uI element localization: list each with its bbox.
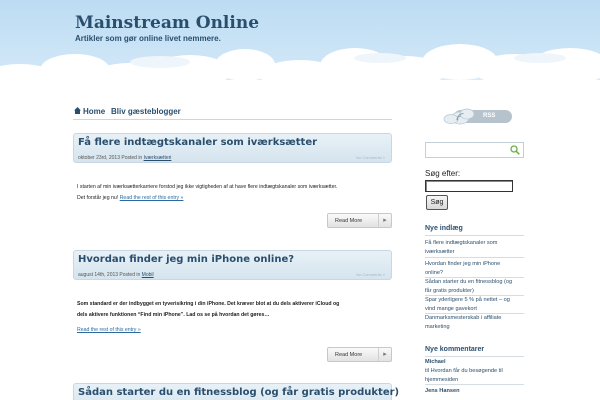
link-line: Hvordan finder jeg min iPhone — [425, 261, 501, 267]
read-rest-link[interactable]: Read the rest of this entry » — [77, 327, 141, 333]
recent-post-link[interactable]: Hvordan finder jeg min iPhone online? — [425, 260, 524, 277]
excerpt-line: Som standard er der indbygget en tyveris… — [77, 301, 340, 307]
search-field[interactable] — [425, 180, 513, 192]
post-header: Hvordan finder jeg min iPhone online? au… — [73, 250, 392, 280]
post-category-link[interactable]: Iværksætteri — [144, 155, 172, 161]
divider — [425, 384, 524, 385]
recent-post-link[interactable]: Spar yderligere 5 % på nettet – og vind … — [425, 296, 524, 313]
divider — [425, 356, 524, 357]
comment-author[interactable]: Jens Hansen — [425, 388, 460, 394]
post-category-link[interactable]: Mobil — [142, 272, 154, 278]
post-header: Få flere indtægtskanaler som iværksætter… — [73, 133, 392, 163]
link-line: Sådan starter du en fitnessblog (og — [425, 279, 513, 285]
recent-comments-title: Nye kommentarer — [425, 346, 485, 353]
site-tagline: Artikler som gør online livet nemmere. — [75, 34, 221, 43]
comments-link[interactable]: No Comments » — [356, 272, 385, 277]
divider — [425, 235, 524, 236]
post-excerpt: Som standard er der indbygget en tyveris… — [77, 299, 392, 321]
read-more-label: Read More — [335, 352, 363, 358]
search-label: Søg efter: — [425, 169, 461, 178]
post-title[interactable]: Sådan starter du en fitnessblog (og får … — [78, 387, 399, 398]
post-title[interactable]: Få flere indtægtskanaler som iværksætter — [78, 137, 317, 148]
link-line: online? — [425, 269, 444, 276]
recent-posts-title: Nye indlæg — [425, 225, 463, 232]
post-header: Sådan starter du en fitnessblog (og får … — [73, 383, 399, 400]
link-line: Få flere indtægtskanaler som — [425, 240, 498, 246]
post-meta: oktober 23rd, 2013 Posted in Iværksætter… — [78, 155, 171, 161]
link-line: Spar yderligere 5 % på nettet – og — [425, 297, 510, 303]
recent-post-link[interactable]: Få flere indtægtskanaler som iværksætter — [425, 239, 524, 256]
nav-item-home[interactable]: Home — [83, 107, 105, 116]
comments-link[interactable]: No Comments » — [356, 155, 385, 160]
home-icon — [74, 107, 81, 114]
divider — [425, 257, 524, 258]
excerpt-line: dels aktivere funktionen “Find min iPhon… — [77, 312, 270, 318]
arrow-right-icon: ▸ — [378, 348, 391, 361]
recent-post-link[interactable]: Sådan starter du en fitnessblog (og får … — [425, 278, 524, 295]
post-meta: august 14th, 2013 Posted in Mobil — [78, 272, 154, 278]
comment-author[interactable]: Michael — [425, 359, 446, 365]
read-rest-row: Read the rest of this entry » — [77, 325, 392, 336]
recent-post-link[interactable]: Danmarksmesterskab i affiliate marketing — [425, 314, 524, 331]
read-rest-link[interactable]: Read the rest of this entry » — [120, 195, 184, 201]
excerpt-line: Det forstår jeg nu! — [77, 195, 119, 201]
site-title[interactable]: Mainstream Online — [75, 13, 259, 33]
read-more-button[interactable]: Read More ▸ — [327, 347, 392, 362]
excerpt-line: I starten af min iværksætterkarriere for… — [77, 184, 338, 190]
link-line: Danmarksmesterskab i affiliate — [425, 315, 502, 321]
post-title[interactable]: Hvordan finder jeg min iPhone online? — [78, 254, 294, 265]
arrow-right-icon: ▸ — [378, 214, 391, 227]
read-more-button[interactable]: Read More ▸ — [327, 213, 392, 228]
search-icon[interactable] — [510, 145, 520, 155]
post-date: oktober 23rd, 2013 Posted in — [78, 155, 143, 161]
search-button[interactable]: Søg — [426, 195, 448, 210]
rss-cloud-button[interactable] — [440, 108, 512, 125]
post-date: august 14th, 2013 Posted in — [78, 272, 141, 278]
post-excerpt: I starten af min iværksætterkarriere for… — [77, 182, 392, 204]
link-line: hjemmesiden — [425, 376, 459, 383]
link-line: marketing — [425, 323, 450, 330]
link-line: til Hvordan får du besøgende til — [425, 368, 503, 374]
link-line: får gratis produkter) — [425, 287, 474, 294]
nav-item-guest-blogger[interactable]: Bliv gæsteblogger — [111, 107, 181, 116]
link-line: vind mange gavekort — [425, 305, 477, 312]
main-nav: Home Bliv gæsteblogger — [73, 104, 392, 120]
comment-post-link[interactable]: til Hvordan får du besøgende til hjemmes… — [425, 367, 524, 384]
rss-label[interactable]: RSS — [483, 113, 495, 119]
excerpt-line-with-link: Det forstår jeg nu! Read the rest of thi… — [77, 193, 392, 204]
link-line: iværksætter — [425, 248, 455, 255]
read-more-label: Read More — [335, 218, 363, 224]
